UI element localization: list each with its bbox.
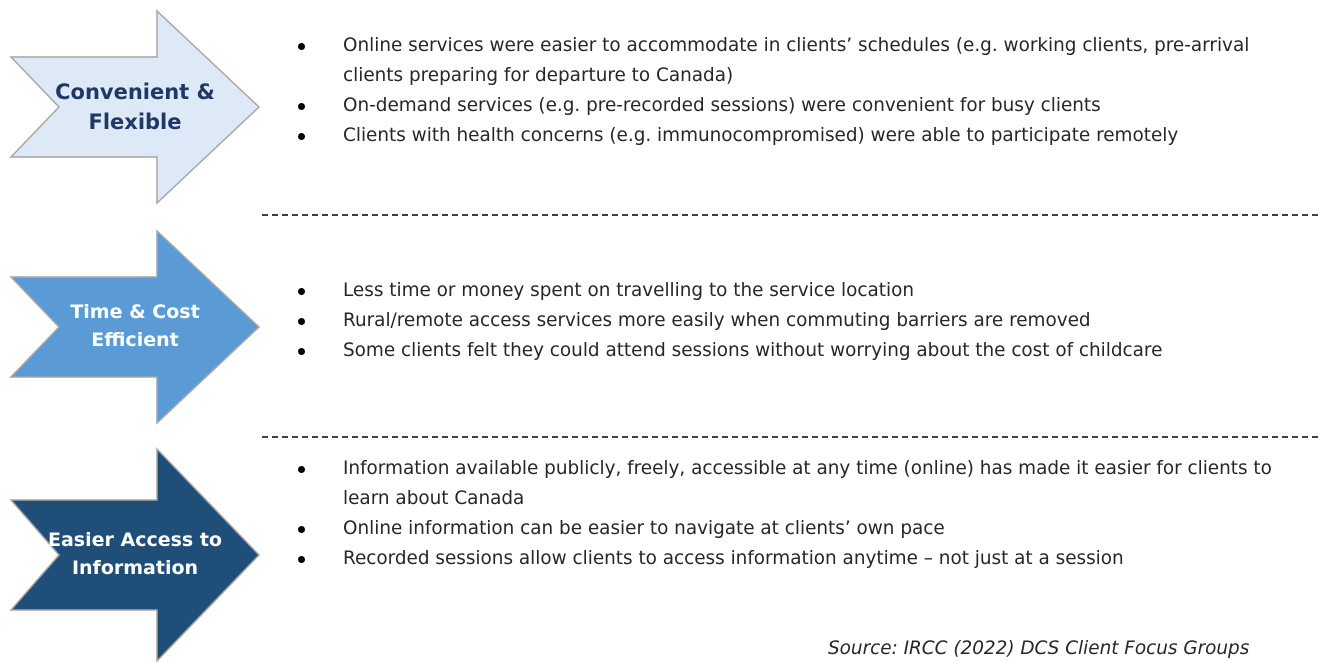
bullet-dot-icon [298, 348, 305, 355]
bullet-text: Some clients felt they could attend sess… [343, 340, 1163, 361]
arrow-time-cost-efficient: Time & Cost Efficient [0, 229, 262, 425]
list-item: Online services were easier to accommoda… [290, 31, 1310, 91]
arrow-label: Time & Cost Efficient [70, 301, 200, 351]
list-item: Information available publicly, freely, … [290, 454, 1310, 514]
bullet-dot-icon [298, 43, 305, 50]
list-item: Some clients felt they could attend sess… [290, 336, 1310, 366]
bullet-dot-icon [298, 133, 305, 140]
list-item: Rural/remote access services more easily… [290, 306, 1310, 336]
bullet-dot-icon [298, 556, 305, 563]
section-divider [262, 436, 1318, 438]
list-item: Online information can be easier to navi… [290, 514, 1310, 544]
source-citation: Source: IRCC (2022) DCS Client Focus Gro… [828, 638, 1250, 659]
bullet-dot-icon [298, 526, 305, 533]
arrow-label: Easier Access to Information [48, 529, 222, 579]
list-item: Recorded sessions allow clients to acces… [290, 544, 1310, 574]
bullet-list-time-cost-efficient: Less time or money spent on travelling t… [290, 276, 1310, 366]
arrow-easier-access-information: Easier Access to Information [0, 447, 262, 662]
bullet-dot-icon [298, 318, 305, 325]
list-item: On-demand services (e.g. pre-recorded se… [290, 91, 1310, 121]
bullet-list-convenient-flexible: Online services were easier to accommoda… [290, 31, 1310, 151]
bullet-text: On-demand services (e.g. pre-recorded se… [343, 95, 1101, 116]
list-item: Clients with health concerns (e.g. immun… [290, 121, 1310, 151]
bullet-text: Online services were easier to accommoda… [343, 35, 1250, 86]
bullet-text: Clients with health concerns (e.g. immun… [343, 125, 1179, 146]
arrow-label: Convenient & Flexible [55, 79, 215, 134]
bullet-text: Recorded sessions allow clients to acces… [343, 548, 1124, 569]
bullet-text: Online information can be easier to navi… [343, 518, 945, 539]
bullet-text: Less time or money spent on travelling t… [343, 280, 914, 301]
arrow-convenient-flexible: Convenient & Flexible [0, 9, 262, 205]
bullet-list-easier-access-information: Information available publicly, freely, … [290, 454, 1310, 574]
bullet-dot-icon [298, 466, 305, 473]
section-divider [262, 214, 1318, 216]
bullet-text: Rural/remote access services more easily… [343, 310, 1091, 331]
bullet-dot-icon [298, 288, 305, 295]
bullet-text: Information available publicly, freely, … [343, 458, 1272, 509]
bullet-dot-icon [298, 103, 305, 110]
list-item: Less time or money spent on travelling t… [290, 276, 1310, 306]
